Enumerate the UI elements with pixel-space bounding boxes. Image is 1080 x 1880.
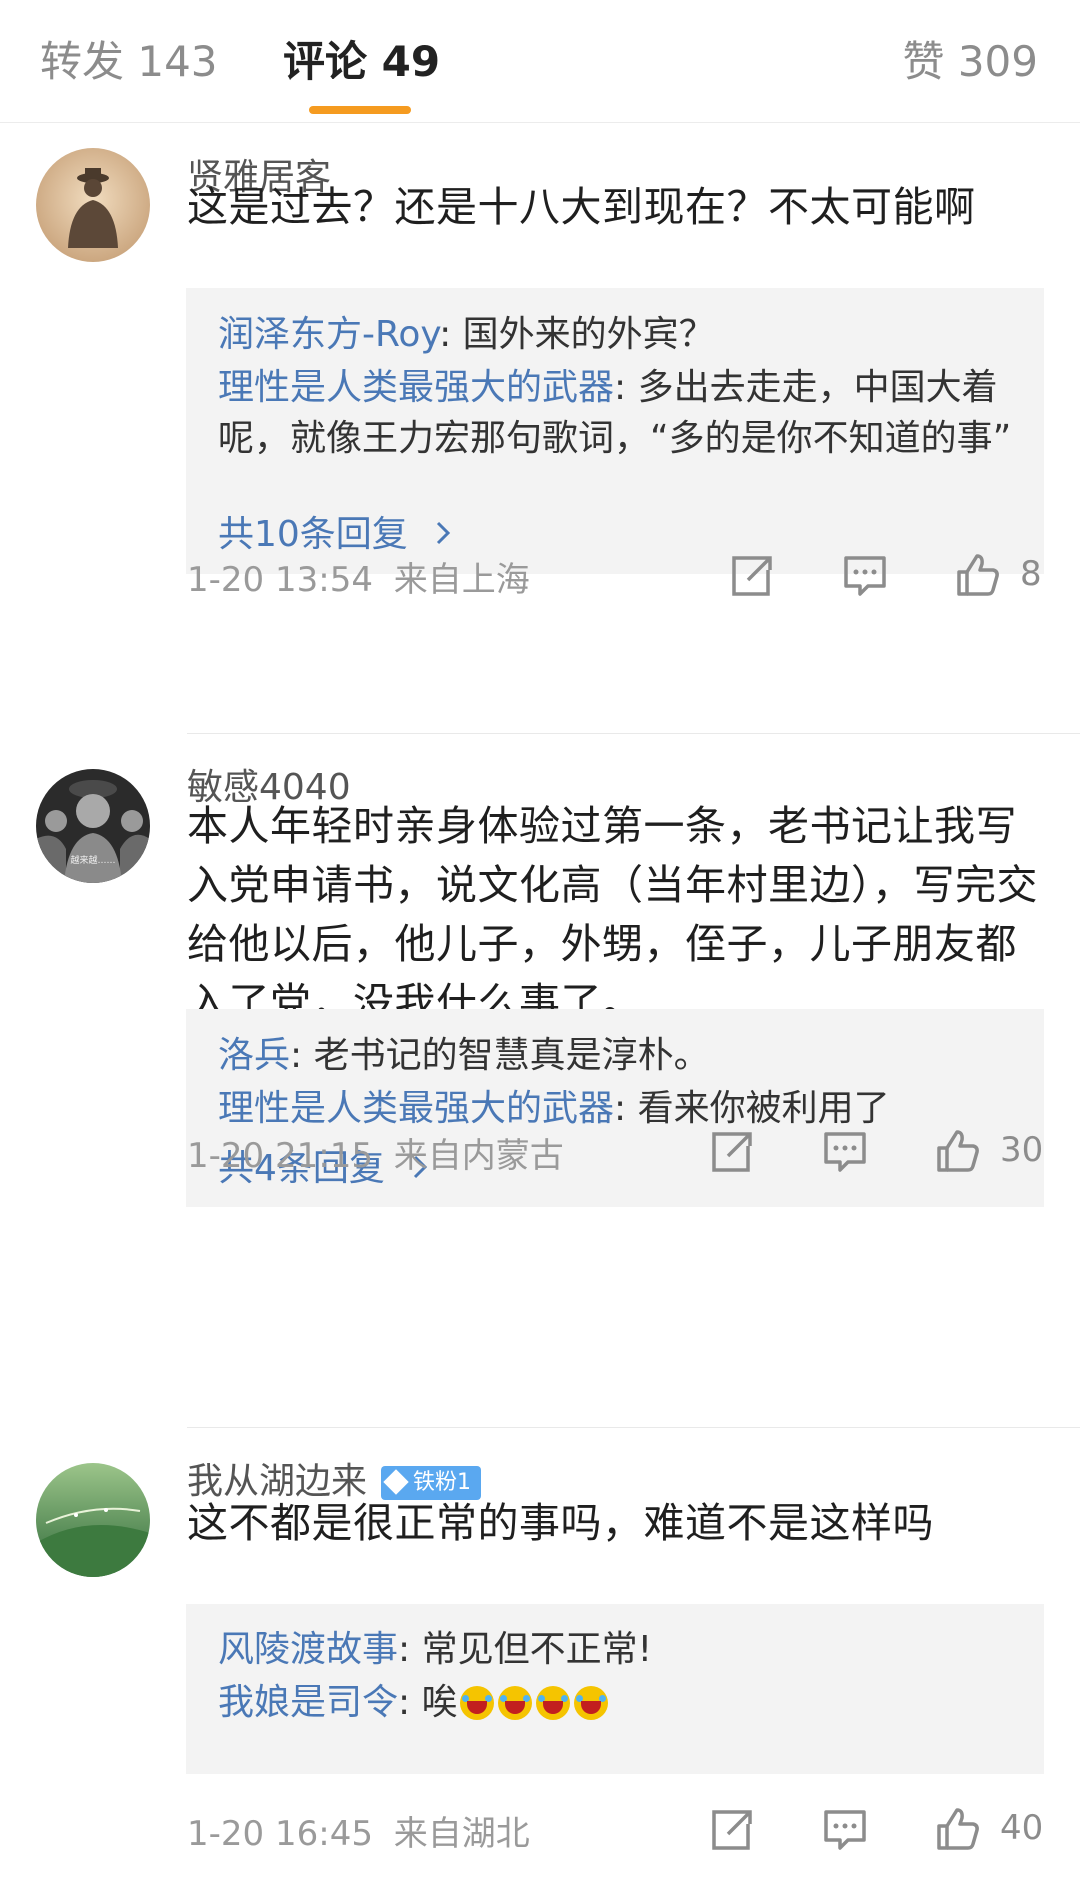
- fan-badge-label: 铁粉1: [413, 1470, 472, 1495]
- avatar[interactable]: [36, 148, 150, 262]
- reply-box[interactable]: 风陵渡故事: 常见但不正常! 我娘是司令: 唉: [186, 1604, 1044, 1774]
- laughing-tears-emoji-icon: [573, 1686, 608, 1720]
- tab-comment[interactable]: 评论 49: [283, 28, 440, 89]
- like-count: 30: [1000, 1130, 1044, 1170]
- comment-text: 本人年轻时亲身体验过第一条，老书记让我写入党申请书，说文化高（当年村里边），写完…: [187, 802, 1038, 1027]
- avatar[interactable]: 越来越……: [36, 769, 150, 883]
- comment-meta: 1-20 13:54 来自上海: [187, 552, 530, 601]
- comment-text: 这是过去？还是十八大到现在？不太可能啊: [187, 183, 976, 231]
- reply-item: 理性是人类最强大的武器: 看来你被利用了: [218, 1083, 1018, 1134]
- thumbs-up-icon[interactable]: [935, 1128, 981, 1174]
- reply-author[interactable]: 理性是人类最强大的武器: [218, 367, 614, 408]
- reply-author[interactable]: 洛兵: [218, 1035, 290, 1076]
- comment-item: 我从湖边来 铁粉1 这不都是很正常的事吗，难道不是这样吗 风陵渡故事: 常见但不正…: [0, 1428, 1080, 1880]
- reply-box[interactable]: 洛兵: 老书记的智慧真是淳朴。 理性是人类最强大的武器: 看来你被利用了 共4条…: [186, 1009, 1044, 1207]
- laughing-tears-emoji-icon: [459, 1686, 494, 1720]
- comment-location: 来自上海: [393, 560, 530, 600]
- like-count: 8: [1020, 554, 1042, 594]
- reply-item: 风陵渡故事: 常见但不正常!: [218, 1624, 1018, 1675]
- reply-text: : 唉: [398, 1682, 458, 1723]
- comment-time: 1-20 16:45: [187, 1814, 373, 1854]
- diamond-icon: [383, 1469, 409, 1495]
- tab-bar: 转发 143 评论 49 赞 309: [0, 0, 1080, 123]
- comment-meta: 1-20 21:15 来自内蒙古: [187, 1128, 564, 1177]
- reply-item: 理性是人类最强大的武器: 多出去走走，中国大着呢，就像王力宏那句歌词，“多的是你…: [218, 362, 1018, 464]
- tab-like[interactable]: 赞 309: [902, 28, 1038, 89]
- like-count: 40: [1000, 1808, 1044, 1848]
- reply-text: : 看来你被利用了: [614, 1088, 890, 1129]
- comment-text: 这不都是很正常的事吗，难道不是这样吗: [187, 1499, 934, 1547]
- comment-icon[interactable]: [822, 1130, 868, 1176]
- comment-item: 贤雅居客 这是过去？还是十八大到现在？不太可能啊 润泽东方-Roy: 国外来的外…: [0, 122, 1080, 734]
- avatar-caption: 越来越……: [70, 854, 115, 866]
- comment-meta: 1-20 16:45 来自湖北: [187, 1806, 530, 1855]
- reply-text: : 常见但不正常!: [398, 1629, 653, 1670]
- active-tab-indicator: [309, 106, 411, 114]
- reply-item: 我娘是司令: 唉: [218, 1677, 1018, 1728]
- share-icon[interactable]: [708, 1130, 754, 1176]
- comment-time: 1-20 13:54: [187, 560, 373, 600]
- comment-icon[interactable]: [842, 554, 888, 600]
- tab-repost[interactable]: 转发 143: [40, 28, 218, 89]
- reply-author[interactable]: 我娘是司令: [218, 1682, 398, 1723]
- more-replies-label: 共10条回复: [218, 514, 408, 555]
- share-icon[interactable]: [708, 1808, 754, 1854]
- reply-text: : 国外来的外宾？: [439, 314, 715, 355]
- laughing-tears-emoji-icon: [535, 1686, 570, 1720]
- share-icon[interactable]: [728, 554, 774, 600]
- thumbs-up-icon[interactable]: [955, 552, 1001, 598]
- comment-item: 越来越…… 敏感4040 本人年轻时亲身体验过第一条，老书记让我写入党申请书，说…: [0, 734, 1080, 1428]
- reply-author[interactable]: 理性是人类最强大的武器: [218, 1088, 614, 1129]
- reply-author[interactable]: 风陵渡故事: [218, 1629, 398, 1670]
- chevron-right-icon: [437, 521, 451, 545]
- reply-text: : 老书记的智慧真是淳朴。: [290, 1035, 710, 1076]
- comment-time: 1-20 21:15: [187, 1136, 373, 1176]
- more-replies-link[interactable]: 共10条回复: [218, 505, 455, 557]
- avatar[interactable]: [36, 1463, 150, 1577]
- reply-item: 润泽东方-Roy: 国外来的外宾？: [218, 309, 1018, 360]
- comment-icon[interactable]: [822, 1808, 868, 1854]
- thumbs-up-icon[interactable]: [935, 1806, 981, 1852]
- reply-author[interactable]: 润泽东方-Roy: [218, 314, 439, 355]
- reply-box[interactable]: 润泽东方-Roy: 国外来的外宾？ 理性是人类最强大的武器: 多出去走走，中国大…: [186, 288, 1044, 574]
- reply-item: 洛兵: 老书记的智慧真是淳朴。: [218, 1030, 1018, 1081]
- laughing-tears-emoji-icon: [497, 1686, 532, 1720]
- comment-location: 来自湖北: [393, 1814, 530, 1854]
- comment-location: 来自内蒙古: [393, 1136, 564, 1176]
